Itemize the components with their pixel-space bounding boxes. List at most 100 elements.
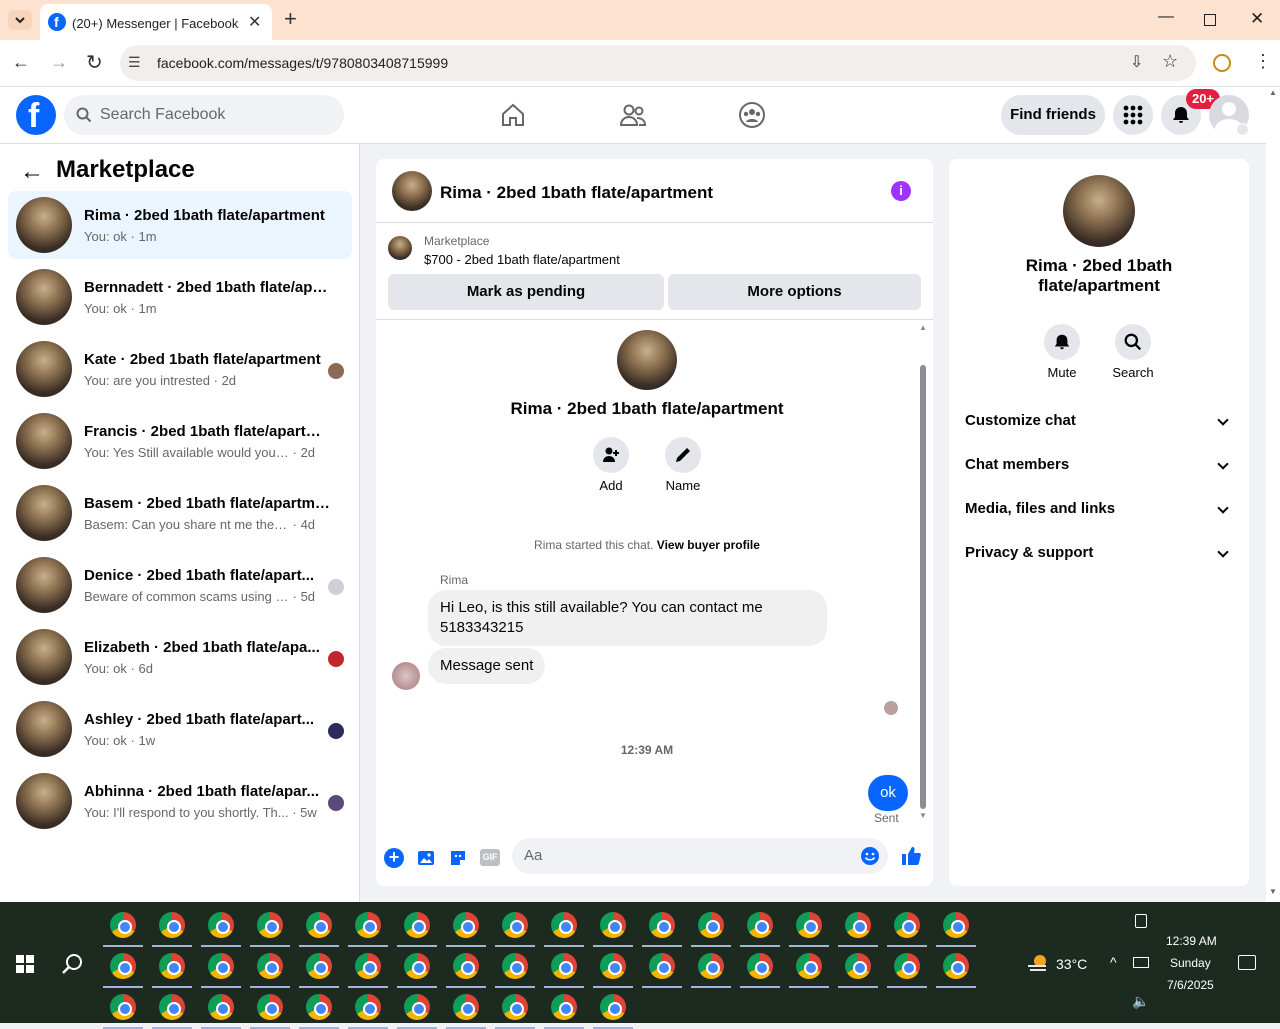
thumbs-up-icon[interactable] (900, 845, 922, 867)
browser-app-icon[interactable] (600, 912, 626, 938)
gif-icon[interactable]: GIF (480, 849, 500, 866)
browser-app-icon[interactable] (453, 953, 479, 979)
facebook-logo-icon[interactable]: f (16, 95, 56, 135)
forward-button[interactable]: → (50, 52, 68, 73)
browser-app-icon[interactable] (453, 912, 479, 938)
browser-app-icon[interactable] (257, 912, 283, 938)
home-icon[interactable] (499, 101, 527, 129)
new-tab-button[interactable]: + (284, 6, 297, 32)
browser-app-icon[interactable] (110, 994, 136, 1020)
install-app-icon[interactable]: ⇩ (1130, 52, 1143, 72)
find-friends-button[interactable]: Find friends (1001, 95, 1105, 135)
tab-close-icon[interactable]: ✕ (248, 12, 261, 32)
conversation-item[interactable]: Bernnadett · 2bed 1bath flate/apar... Yo… (8, 263, 352, 331)
chat-title[interactable]: Rima · 2bed 1bath flate/apartment (440, 183, 713, 203)
browser-app-icon[interactable] (845, 912, 871, 938)
details-avatar[interactable] (1063, 175, 1135, 247)
info-icon[interactable]: i (891, 181, 911, 201)
page-scrollbar[interactable]: ▲ ▼ (1266, 87, 1280, 902)
browser-app-icon[interactable] (649, 953, 675, 979)
browser-app-icon[interactable] (159, 994, 185, 1020)
browser-app-icon[interactable] (208, 994, 234, 1020)
browser-app-icon[interactable] (159, 912, 185, 938)
browser-app-icon[interactable] (747, 953, 773, 979)
browser-tab[interactable]: f (20+) Messenger | Facebook ✕ (40, 4, 272, 40)
menu-grid-button[interactable] (1113, 95, 1153, 135)
browser-app-icon[interactable] (600, 953, 626, 979)
omnibox[interactable]: ☰ facebook.com/messages/t/97808034087159… (120, 45, 1196, 81)
browser-app-icon[interactable] (208, 912, 234, 938)
volume-icon[interactable]: 🔈 (1132, 993, 1149, 1010)
browser-app-icon[interactable] (404, 994, 430, 1020)
browser-app-icon[interactable] (306, 953, 332, 979)
browser-app-icon[interactable] (502, 994, 528, 1020)
browser-app-icon[interactable] (502, 953, 528, 979)
emoji-icon[interactable] (860, 846, 880, 866)
search-facebook-input[interactable]: Search Facebook (64, 95, 344, 135)
browser-app-icon[interactable] (404, 953, 430, 979)
view-buyer-link[interactable]: View buyer profile (657, 538, 760, 552)
conversation-item[interactable]: Ashley · 2bed 1bath flate/apart... You: … (8, 695, 352, 763)
search-chat-button[interactable] (1115, 324, 1151, 360)
plus-icon[interactable]: + (384, 848, 404, 868)
back-button[interactable]: ← (12, 52, 30, 73)
sticker-icon[interactable] (448, 848, 468, 868)
conversation-item[interactable]: Rima · 2bed 1bath flate/apartment You: o… (8, 191, 352, 259)
chat-members-section[interactable]: Chat members (965, 456, 1233, 473)
browser-app-icon[interactable] (747, 912, 773, 938)
browser-app-icon[interactable] (698, 912, 724, 938)
browser-app-icon[interactable] (698, 953, 724, 979)
back-arrow-icon[interactable]: ← (20, 158, 44, 186)
my-message-bubble[interactable]: ok (868, 775, 908, 811)
conversation-item[interactable]: Basem · 2bed 1bath flate/apartment Basem… (8, 479, 352, 547)
listing-thumbnail[interactable] (388, 236, 412, 260)
restore-button[interactable] (1204, 14, 1216, 26)
clock-date[interactable]: 7/6/2025 (1167, 978, 1214, 992)
windows-start-icon[interactable] (16, 955, 34, 973)
browser-app-icon[interactable] (453, 994, 479, 1020)
reload-button[interactable]: ↻ (86, 50, 103, 75)
browser-app-icon[interactable] (257, 994, 283, 1020)
customize-chat-section[interactable]: Customize chat (965, 412, 1233, 429)
browser-app-icon[interactable] (943, 953, 969, 979)
message-input[interactable]: Aa (512, 838, 888, 874)
conversation-item[interactable]: Francis · 2bed 1bath flate/apartment You… (8, 407, 352, 475)
browser-app-icon[interactable] (551, 912, 577, 938)
clock-day[interactable]: Sunday (1170, 956, 1211, 970)
browser-app-icon[interactable] (894, 953, 920, 979)
privacy-support-section[interactable]: Privacy & support (965, 544, 1233, 561)
chat-avatar[interactable] (392, 171, 432, 211)
browser-app-icon[interactable] (110, 953, 136, 979)
browser-app-icon[interactable] (306, 912, 332, 938)
conversation-item[interactable]: Kate · 2bed 1bath flate/apartment You: a… (8, 335, 352, 403)
sender-avatar[interactable] (392, 662, 420, 690)
browser-app-icon[interactable] (306, 994, 332, 1020)
site-info-icon[interactable]: ☰ (128, 54, 141, 71)
profile-icon[interactable] (1213, 54, 1231, 72)
browser-app-icon[interactable] (355, 953, 381, 979)
conversation-item[interactable]: Denice · 2bed 1bath flate/apart... Bewar… (8, 551, 352, 619)
browser-app-icon[interactable] (551, 994, 577, 1020)
network-icon[interactable] (1133, 957, 1149, 968)
browser-app-icon[interactable] (502, 912, 528, 938)
browser-app-icon[interactable] (649, 912, 675, 938)
mark-pending-button[interactable]: Mark as pending (388, 274, 664, 310)
url-text[interactable]: facebook.com/messages/t/9780803408715999 (157, 55, 448, 71)
add-button[interactable] (593, 437, 629, 473)
media-files-section[interactable]: Media, files and links (965, 500, 1233, 517)
name-button[interactable] (665, 437, 701, 473)
browser-app-icon[interactable] (355, 994, 381, 1020)
conversation-item[interactable]: Abhinna · 2bed 1bath flate/apar... You: … (8, 767, 352, 835)
weather-temp[interactable]: 33°C (1056, 956, 1087, 972)
more-options-button[interactable]: More options (668, 274, 921, 310)
message-bubble[interactable]: Message sent (428, 648, 546, 684)
browser-app-icon[interactable] (257, 953, 283, 979)
chat-scrollbar[interactable]: ▲ ▼ (918, 323, 928, 823)
mute-button[interactable] (1044, 324, 1080, 360)
close-window-button[interactable]: ✕ (1250, 9, 1264, 29)
browser-menu-icon[interactable]: ⋮ (1254, 51, 1272, 72)
browser-app-icon[interactable] (943, 912, 969, 938)
browser-app-icon[interactable] (551, 953, 577, 979)
search-icon[interactable] (60, 952, 84, 976)
photo-icon[interactable] (416, 848, 436, 868)
